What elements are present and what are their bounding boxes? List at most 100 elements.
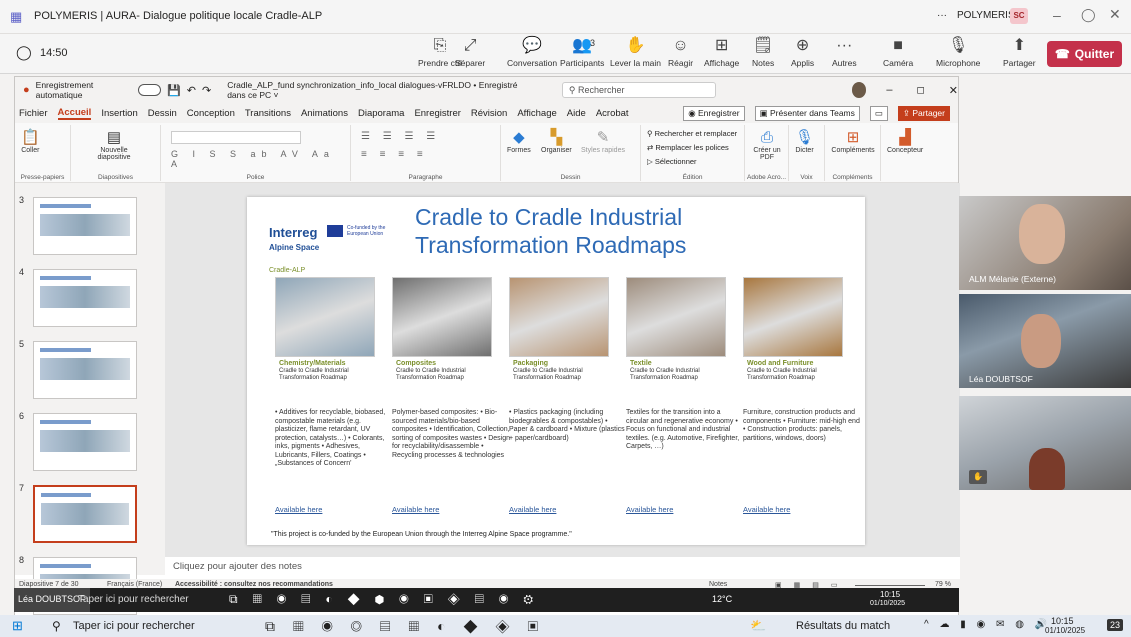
toolbar-button-participants[interactable]: 👥 3 Participants bbox=[560, 36, 604, 68]
ribbon-tab-8[interactable]: Enregistrer bbox=[414, 108, 460, 119]
ribbon-tab-11[interactable]: Aide bbox=[567, 108, 586, 119]
available-here-link[interactable]: Available here bbox=[743, 505, 790, 514]
meeting-title: POLYMERIS | AURA- Dialogue politique loc… bbox=[34, 10, 323, 22]
leave-button[interactable]: ☎ Quitter bbox=[1047, 41, 1122, 67]
accessibility[interactable]: Accessibilité : consultez nos recommanda… bbox=[175, 581, 333, 588]
toolbar-button-conversation[interactable]: 💬 Conversation bbox=[507, 36, 557, 68]
roadmap-column: Chemistry/Materials Cradle to Cradle Indu… bbox=[275, 277, 385, 514]
ppt-close-icon[interactable]: ✕ bbox=[949, 84, 958, 97]
toolbar-icon: ⊕ bbox=[795, 37, 810, 54]
find-replace-button[interactable]: ⚲ Rechercher et remplacer bbox=[647, 129, 737, 138]
arrange-button[interactable]: ▚ Organiser bbox=[541, 129, 572, 154]
slide-thumbnail[interactable] bbox=[33, 197, 137, 255]
quick-styles-button[interactable]: ✎ Styles rapides bbox=[581, 129, 625, 154]
arrange-icon: ▚ bbox=[550, 129, 563, 146]
participant-video-3[interactable]: ✋ bbox=[959, 396, 1131, 490]
toolbar-button-réagir[interactable]: ☺ Réagir bbox=[668, 36, 693, 68]
zoom-level[interactable]: 79 % bbox=[935, 581, 951, 588]
available-here-link[interactable]: Available here bbox=[509, 505, 556, 514]
shared-search-input[interactable]: Taper ici pour rechercher bbox=[78, 594, 189, 605]
toolbar-button-autres[interactable]: ··· Autres bbox=[832, 36, 857, 68]
slide-thumbnail[interactable] bbox=[33, 485, 137, 543]
shared-taskbar-apps[interactable]: ⧉▦◉▤◐◆⬢◉▣◈▤◉⚙ bbox=[229, 592, 548, 607]
available-here-link[interactable]: Available here bbox=[392, 505, 439, 514]
weather-icon[interactable]: ⛅ bbox=[750, 618, 766, 634]
create-pdf-button[interactable]: ⎙ Créer un PDF bbox=[749, 129, 785, 161]
dictate-button[interactable]: 🎙 Dicter bbox=[795, 129, 814, 154]
toolbar-button-affichage[interactable]: ⊞ Affichage bbox=[704, 36, 739, 68]
ppt-restore-icon[interactable]: ◻ bbox=[916, 85, 924, 96]
ribbon-tab-0[interactable]: Fichier bbox=[19, 108, 48, 119]
notification-badge[interactable]: 23 bbox=[1107, 619, 1124, 631]
ppt-minimize-icon[interactable]: – bbox=[886, 84, 892, 96]
restore-icon[interactable]: ◯ bbox=[1081, 7, 1096, 23]
share-button[interactable]: ⇪ Partager bbox=[897, 105, 950, 121]
profile-avatar[interactable] bbox=[851, 82, 867, 98]
participant-video-1[interactable]: ALM Mélanie (Externe) bbox=[959, 196, 1131, 290]
toolbar-button-lever-la-main[interactable]: ✋ Lever la main bbox=[610, 36, 661, 68]
file-name[interactable]: Cradle_ALP_fund synchronization_info_loc… bbox=[227, 80, 536, 100]
language[interactable]: Français (France) bbox=[107, 581, 162, 588]
ribbon-tab-1[interactable]: Accueil bbox=[57, 107, 92, 120]
redo-icon[interactable]: ↷ bbox=[202, 84, 211, 97]
shapes-button[interactable]: ◆ Formes bbox=[507, 129, 531, 154]
news-widget[interactable]: Résultats du match bbox=[796, 620, 890, 632]
align-buttons[interactable]: ≡ ≡ ≡ ≡ bbox=[361, 149, 428, 160]
zoom-slider[interactable] bbox=[855, 585, 925, 586]
toolbar-button-applis[interactable]: ⊕ Applis bbox=[791, 36, 814, 68]
ribbon-tab-4[interactable]: Conception bbox=[187, 108, 235, 119]
autosave-label: Enregistrement automatique bbox=[35, 80, 94, 100]
notes-toggle[interactable]: Notes bbox=[709, 581, 727, 588]
ribbon-tab-2[interactable]: Insertion bbox=[101, 108, 137, 119]
taskbar-apps[interactable]: ⧉▦◉◎▤▦◐◆◈▣ bbox=[265, 618, 556, 635]
comments-icon[interactable]: ▭ bbox=[869, 105, 888, 121]
font-format-buttons[interactable]: G I S S ab AV Aa A bbox=[171, 149, 350, 169]
toolbar-button-caméra[interactable]: ■ Caméra bbox=[883, 36, 913, 68]
slide-thumbnails[interactable]: 3 4 5 6 7 8 bbox=[15, 183, 165, 615]
present-in-teams-button[interactable]: ▣ Présenter dans Teams bbox=[754, 105, 860, 121]
available-here-link[interactable]: Available here bbox=[626, 505, 673, 514]
start-icon[interactable]: ⊞ bbox=[12, 618, 23, 634]
paste-button[interactable]: 📋 Coller bbox=[21, 129, 40, 154]
tray-icons[interactable]: ^ ☁ ▮ ◉ ✉ ◍ 🔊 bbox=[924, 619, 1051, 630]
record-button[interactable]: ◉ Enregistrer bbox=[683, 105, 745, 121]
ribbon-tab-7[interactable]: Diaporama bbox=[358, 108, 404, 119]
addins-button[interactable]: ⊞ Compléments bbox=[829, 129, 877, 154]
slide-thumbnail[interactable] bbox=[33, 413, 137, 471]
participant-video-2[interactable]: Léa DOUBTSOF bbox=[959, 294, 1131, 388]
undo-icon[interactable]: ↶ bbox=[187, 84, 196, 97]
designer-button[interactable]: ▟ Concepteur bbox=[887, 129, 923, 154]
ribbon-tab-9[interactable]: Révision bbox=[471, 108, 507, 119]
toolbar-button-séparer[interactable]: ⤢ Séparer bbox=[455, 36, 485, 68]
slide-thumbnail[interactable] bbox=[33, 341, 137, 399]
search-icon[interactable]: ⚲ bbox=[52, 619, 61, 633]
ribbon-tab-6[interactable]: Animations bbox=[301, 108, 348, 119]
select-button[interactable]: ▷ Sélectionner bbox=[647, 157, 697, 166]
save-icon[interactable]: 💾 bbox=[167, 84, 181, 97]
group-slides: ▤ Nouvelle diapositive Diapositives bbox=[71, 125, 161, 181]
toolbar-button-microphone[interactable]: 🎙 Microphone bbox=[936, 36, 980, 68]
ribbon-tab-10[interactable]: Affichage bbox=[517, 108, 556, 119]
list-buttons[interactable]: ☰ ☰ ☰ ☰ bbox=[361, 131, 440, 142]
slide-canvas[interactable]: Interreg Alpine Space Co-funded by the E… bbox=[247, 197, 865, 545]
replace-fonts-button[interactable]: ⇄ Remplacer les polices bbox=[647, 143, 729, 152]
participant-name: ALM Mélanie (Externe) bbox=[969, 274, 1056, 284]
avatar[interactable]: SC bbox=[1010, 8, 1028, 24]
more-icon[interactable]: ··· bbox=[937, 10, 947, 21]
autosave-toggle[interactable] bbox=[137, 84, 162, 96]
taskbar-search-input[interactable]: Taper ici pour rechercher bbox=[73, 620, 195, 632]
new-slide-button[interactable]: ▤ Nouvelle diapositive bbox=[89, 129, 139, 161]
ribbon-tab-3[interactable]: Dessin bbox=[148, 108, 177, 119]
available-here-link[interactable]: Available here bbox=[275, 505, 322, 514]
ribbon-tab-12[interactable]: Acrobat bbox=[596, 108, 629, 119]
toolbar-button-partager[interactable]: ⬆ Partager bbox=[1003, 36, 1036, 68]
slide-thumbnail[interactable] bbox=[33, 269, 137, 327]
toolbar-button-notes[interactable]: 🗒 Notes bbox=[752, 36, 774, 68]
clock-date: 01/10/2025 bbox=[1045, 626, 1086, 635]
notes-pane[interactable]: Cliquez pour ajouter des notes bbox=[165, 557, 960, 579]
ppt-search-input[interactable]: ⚲ Rechercher bbox=[561, 82, 716, 98]
ribbon-tab-5[interactable]: Transitions bbox=[245, 108, 291, 119]
font-family-select[interactable] bbox=[171, 131, 301, 144]
minimize-icon[interactable]: – bbox=[1053, 7, 1061, 23]
close-icon[interactable]: ✕ bbox=[1109, 6, 1121, 23]
